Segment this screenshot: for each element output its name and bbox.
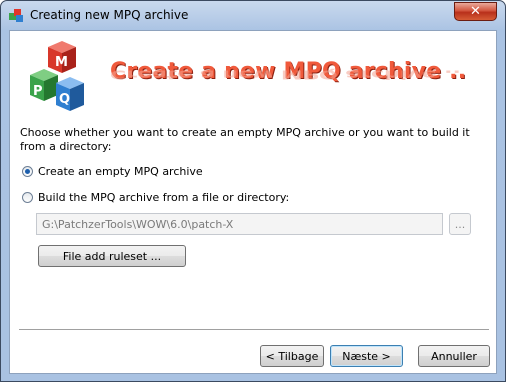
next-button[interactable]: Næste > bbox=[330, 345, 403, 367]
browse-button[interactable]: ... bbox=[449, 213, 471, 235]
option-build-from-directory-label[interactable]: Build the MPQ archive from a file or dir… bbox=[38, 191, 289, 204]
window-title: Creating new MPQ archive bbox=[30, 8, 189, 22]
option-empty-archive[interactable]: Create an empty MPQ archive bbox=[22, 163, 203, 179]
option-build-from-directory[interactable]: Build the MPQ archive from a file or dir… bbox=[22, 189, 289, 205]
radio-build-from-directory[interactable] bbox=[22, 191, 33, 203]
header-banner: M P Q Create a new MPQ archive .. Create… bbox=[10, 31, 496, 121]
radio-empty-archive[interactable] bbox=[22, 165, 33, 177]
logo-letter-q: Q bbox=[59, 92, 70, 107]
logo-letter-m: M bbox=[55, 55, 68, 70]
option-empty-archive-label[interactable]: Create an empty MPQ archive bbox=[38, 165, 203, 178]
source-path-field[interactable]: G:\PatchzerTools\WOW\6.0\patch-X bbox=[36, 213, 443, 235]
mpq-app-icon bbox=[9, 9, 23, 22]
cancel-button[interactable]: Annuller bbox=[418, 345, 490, 367]
back-button[interactable]: < Tilbage bbox=[260, 345, 324, 367]
logo-letter-p: P bbox=[33, 84, 43, 99]
close-button[interactable]: ✕ bbox=[454, 2, 497, 21]
title-bar[interactable]: Creating new MPQ archive ✕ bbox=[1, 1, 505, 29]
file-add-ruleset-button[interactable]: File add ruleset ... bbox=[38, 245, 186, 267]
close-icon: ✕ bbox=[470, 4, 481, 19]
mpq-logo-icon: M P Q bbox=[30, 41, 84, 111]
dialog-window: Creating new MPQ archive ✕ M P Q Create … bbox=[0, 0, 506, 382]
instruction-text: Choose whether you want to create an emp… bbox=[20, 126, 470, 153]
banner-title-reflection: Create a new MPQ archive .. bbox=[110, 67, 461, 81]
dialog-client-area: M P Q Create a new MPQ archive .. Create… bbox=[9, 30, 497, 374]
footer-separator bbox=[19, 329, 489, 331]
